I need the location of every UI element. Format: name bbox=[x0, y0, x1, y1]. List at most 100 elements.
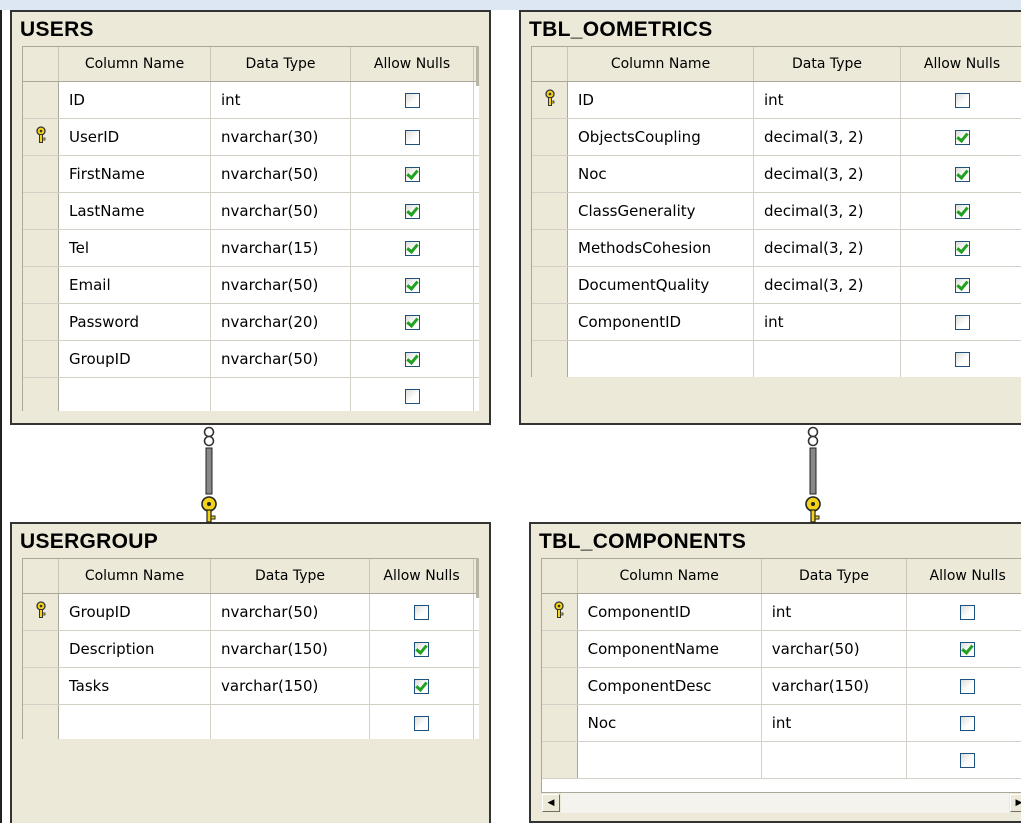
row-selector[interactable] bbox=[23, 230, 59, 266]
table-row[interactable] bbox=[532, 341, 1021, 377]
data-type-cell[interactable]: int bbox=[762, 594, 908, 630]
table-row[interactable]: ID int bbox=[532, 82, 1021, 119]
allow-nulls-checkbox[interactable] bbox=[414, 604, 429, 620]
row-selector[interactable] bbox=[542, 668, 578, 704]
table-row[interactable]: Noc decimal(3, 2) bbox=[532, 156, 1021, 193]
data-type-cell[interactable]: nvarchar(50) bbox=[211, 267, 351, 303]
table-row[interactable]: Password nvarchar(20) bbox=[23, 304, 479, 341]
table-row[interactable]: ObjectsCoupling decimal(3, 2) bbox=[532, 119, 1021, 156]
column-name-header[interactable]: Column Name bbox=[578, 559, 762, 593]
row-selector[interactable] bbox=[542, 742, 578, 778]
table-row[interactable]: GroupID nvarchar(50) bbox=[23, 594, 479, 631]
scroll-left-button[interactable]: ◀ bbox=[542, 794, 560, 812]
table-row[interactable]: ComponentID int bbox=[532, 304, 1021, 341]
row-selector[interactable] bbox=[23, 631, 59, 667]
data-type-cell[interactable]: decimal(3, 2) bbox=[754, 267, 901, 303]
column-name-cell[interactable]: ComponentName bbox=[578, 631, 762, 667]
row-selector[interactable] bbox=[532, 267, 568, 303]
data-type-cell[interactable]: nvarchar(50) bbox=[211, 341, 351, 377]
allow-nulls-checkbox[interactable] bbox=[954, 240, 970, 256]
table-row[interactable]: FirstName nvarchar(50) bbox=[23, 156, 479, 193]
allow-nulls-checkbox[interactable] bbox=[960, 715, 976, 731]
column-name-cell[interactable]: ID bbox=[568, 82, 754, 118]
allow-nulls-checkbox[interactable] bbox=[954, 92, 970, 108]
row-selector[interactable] bbox=[532, 341, 568, 377]
column-name-cell[interactable] bbox=[578, 742, 762, 778]
column-name-cell[interactable]: ComponentID bbox=[568, 304, 754, 340]
allow-nulls-checkbox[interactable] bbox=[404, 203, 420, 219]
scroll-track[interactable] bbox=[561, 793, 1009, 813]
data-type-cell[interactable]: int bbox=[754, 304, 901, 340]
row-selector[interactable] bbox=[542, 631, 578, 667]
column-name-cell[interactable]: UserID bbox=[59, 119, 211, 155]
table-row[interactable]: ClassGenerality decimal(3, 2) bbox=[532, 193, 1021, 230]
row-selector[interactable] bbox=[23, 304, 59, 340]
allow-nulls-checkbox[interactable] bbox=[404, 314, 420, 330]
row-selector[interactable] bbox=[23, 378, 59, 411]
table-usergroup[interactable]: USERGROUP Column Name Data Type Allow Null… bbox=[10, 522, 491, 823]
allow-nulls-checkbox[interactable] bbox=[404, 240, 420, 256]
column-name-cell[interactable]: MethodsCohesion bbox=[568, 230, 754, 266]
relationship-users-usergroup[interactable] bbox=[196, 424, 226, 524]
row-selector[interactable] bbox=[23, 594, 59, 630]
column-name-cell[interactable]: LastName bbox=[59, 193, 211, 229]
data-type-cell[interactable]: nvarchar(30) bbox=[211, 119, 351, 155]
table-row[interactable]: Tel nvarchar(15) bbox=[23, 230, 479, 267]
column-name-cell[interactable]: FirstName bbox=[59, 156, 211, 192]
data-type-cell[interactable] bbox=[754, 341, 901, 377]
row-selector[interactable] bbox=[542, 594, 578, 630]
allow-nulls-checkbox[interactable] bbox=[404, 166, 420, 182]
allow-nulls-checkbox[interactable] bbox=[954, 129, 970, 145]
column-name-cell[interactable] bbox=[59, 705, 211, 739]
data-type-cell[interactable]: decimal(3, 2) bbox=[754, 230, 901, 266]
column-name-cell[interactable]: Noc bbox=[578, 705, 762, 741]
data-type-cell[interactable]: decimal(3, 2) bbox=[754, 156, 901, 192]
row-selector[interactable] bbox=[542, 705, 578, 741]
row-selector[interactable] bbox=[23, 668, 59, 704]
data-type-cell[interactable]: varchar(150) bbox=[762, 668, 908, 704]
data-type-cell[interactable] bbox=[762, 742, 908, 778]
allow-nulls-checkbox[interactable] bbox=[414, 641, 429, 657]
allow-nulls-checkbox[interactable] bbox=[404, 277, 420, 293]
allow-nulls-checkbox[interactable] bbox=[960, 678, 976, 694]
data-type-header[interactable]: Data Type bbox=[211, 47, 351, 81]
column-name-header[interactable]: Column Name bbox=[59, 559, 211, 593]
data-type-header[interactable]: Data Type bbox=[211, 559, 370, 593]
data-type-cell[interactable]: int bbox=[762, 705, 908, 741]
row-selector[interactable] bbox=[23, 193, 59, 229]
column-name-cell[interactable]: ObjectsCoupling bbox=[568, 119, 754, 155]
data-type-cell[interactable]: nvarchar(20) bbox=[211, 304, 351, 340]
table-row[interactable]: MethodsCohesion decimal(3, 2) bbox=[532, 230, 1021, 267]
allow-nulls-header[interactable]: Allow Nulls bbox=[901, 47, 1021, 81]
column-name-cell[interactable]: ComponentID bbox=[578, 594, 762, 630]
allow-nulls-checkbox[interactable] bbox=[954, 277, 970, 293]
table-row[interactable]: ComponentName varchar(50) bbox=[542, 631, 1021, 668]
vertical-scrollbar[interactable] bbox=[476, 558, 479, 598]
allow-nulls-header[interactable]: Allow Nulls bbox=[907, 559, 1021, 593]
column-name-cell[interactable]: Noc bbox=[568, 156, 754, 192]
allow-nulls-checkbox[interactable] bbox=[960, 604, 976, 620]
row-selector[interactable] bbox=[23, 705, 59, 739]
allow-nulls-checkbox[interactable] bbox=[954, 314, 970, 330]
column-name-cell[interactable]: Email bbox=[59, 267, 211, 303]
table-row[interactable]: Noc int bbox=[542, 705, 1021, 742]
column-name-cell[interactable]: Tel bbox=[59, 230, 211, 266]
column-name-header[interactable]: Column Name bbox=[59, 47, 211, 81]
row-selector[interactable] bbox=[23, 156, 59, 192]
column-name-cell[interactable] bbox=[59, 378, 211, 411]
scroll-right-button[interactable]: ▶ bbox=[1010, 794, 1021, 812]
data-type-cell[interactable]: nvarchar(15) bbox=[211, 230, 351, 266]
table-row[interactable]: ID int bbox=[23, 82, 479, 119]
horizontal-scrollbar[interactable]: ◀ ▶ bbox=[541, 792, 1021, 813]
column-name-cell[interactable]: ClassGenerality bbox=[568, 193, 754, 229]
column-name-cell[interactable]: Description bbox=[59, 631, 211, 667]
allow-nulls-checkbox[interactable] bbox=[954, 351, 970, 367]
table-row[interactable] bbox=[542, 742, 1021, 779]
allow-nulls-checkbox[interactable] bbox=[954, 203, 970, 219]
column-name-cell[interactable]: DocumentQuality bbox=[568, 267, 754, 303]
row-selector[interactable] bbox=[532, 304, 568, 340]
allow-nulls-checkbox[interactable] bbox=[414, 678, 429, 694]
allow-nulls-checkbox[interactable] bbox=[960, 641, 976, 657]
vertical-scrollbar[interactable] bbox=[476, 46, 479, 86]
data-type-cell[interactable]: varchar(50) bbox=[762, 631, 908, 667]
